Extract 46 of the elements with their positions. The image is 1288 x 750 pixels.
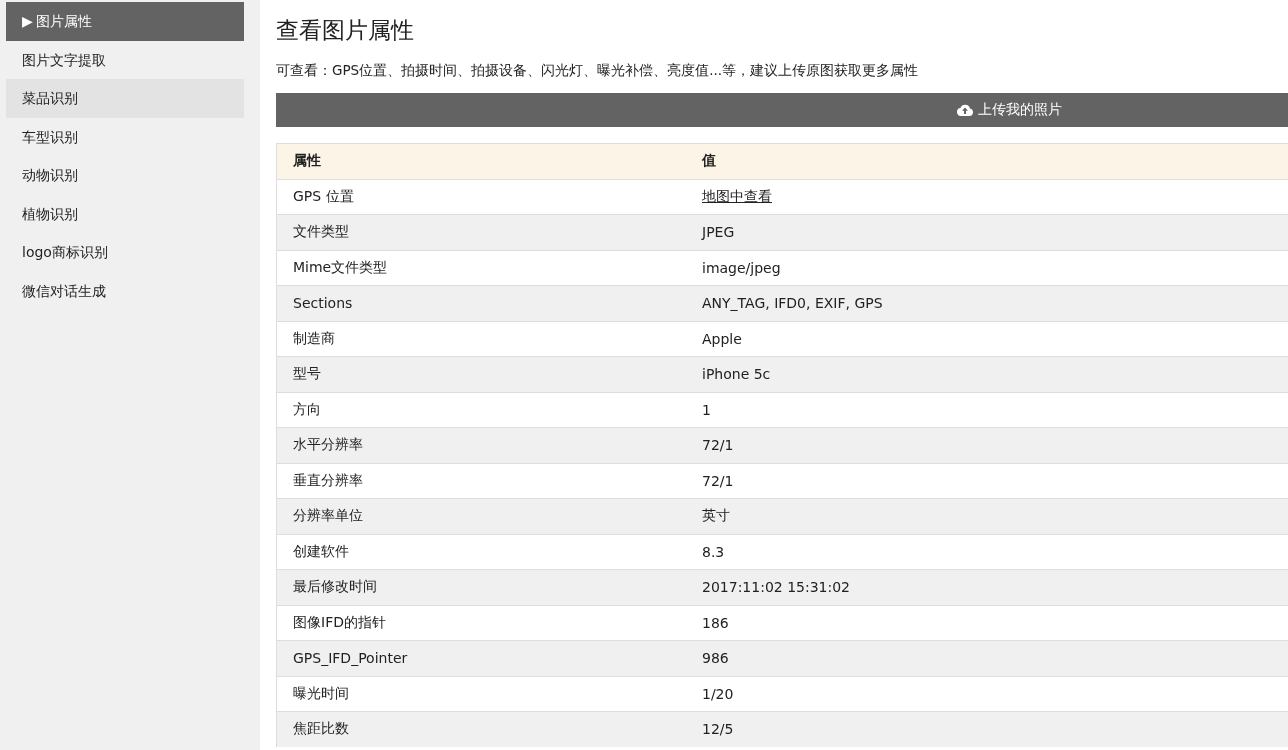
- property-name-cell: GPS 位置: [276, 179, 686, 215]
- property-value-cell: 986: [686, 640, 1288, 676]
- sidebar-item[interactable]: 车型识别: [6, 117, 244, 156]
- sidebar-item[interactable]: 微信对话生成: [6, 271, 244, 310]
- property-value-cell: 186: [686, 605, 1288, 641]
- property-name-cell: 型号: [276, 356, 686, 392]
- property-value-cell: image/jpeg: [686, 250, 1288, 286]
- property-value-cell: 1/20: [686, 676, 1288, 712]
- property-value-cell: 2017:11:02 15:31:02: [686, 569, 1288, 605]
- property-value-cell: Apple: [686, 321, 1288, 357]
- property-value-cell: 1: [686, 392, 1288, 428]
- sidebar-item[interactable]: ▶ 图片属性: [6, 2, 244, 41]
- sidebar-item[interactable]: 动物识别: [6, 156, 244, 195]
- property-value-cell: 12/5: [686, 711, 1288, 747]
- sidebar-item[interactable]: logo商标识别: [6, 233, 244, 272]
- property-name-cell: 最后修改时间: [276, 569, 686, 605]
- property-name-cell: 分辨率单位: [276, 498, 686, 534]
- property-name-cell: 焦距比数: [276, 711, 686, 747]
- property-value-cell: 72/1: [686, 427, 1288, 463]
- property-value-cell: ANY_TAG, IFD0, EXIF, GPS: [686, 285, 1288, 321]
- property-name-cell: 曝光时间: [276, 676, 686, 712]
- description-text: 可查看：GPS位置、拍摄时间、拍摄设备、闪光灯、曝光补偿、亮度值...等，建议上传原图获取更多属性: [276, 61, 920, 80]
- cloud-upload-icon: [956, 104, 973, 116]
- upload-button[interactable]: 上传我的照片: [276, 93, 1288, 127]
- sidebar-item[interactable]: 图片文字提取: [6, 40, 244, 79]
- sidebar-item[interactable]: 菜品识别: [6, 79, 244, 118]
- column-header: 属性: [276, 143, 686, 179]
- property-name-cell: Mime文件类型: [276, 250, 686, 286]
- property-value-cell: JPEG: [686, 214, 1288, 250]
- property-name-cell: 水平分辨率: [276, 427, 686, 463]
- property-value-cell: 英寸: [686, 498, 1288, 534]
- property-value-cell: 8.3: [686, 534, 1288, 570]
- property-name-cell: Sections: [276, 285, 686, 321]
- column-header: 值: [686, 143, 1288, 179]
- property-name-cell: 创建软件: [276, 534, 686, 570]
- property-value-cell: 72/1: [686, 463, 1288, 499]
- property-name-cell: 垂直分辨率: [276, 463, 686, 499]
- property-name-cell: 图像IFD的指针: [276, 605, 686, 641]
- property-name-cell: 文件类型: [276, 214, 686, 250]
- property-name-cell: GPS_IFD_Pointer: [276, 640, 686, 676]
- sidebar-item[interactable]: 植物识别: [6, 194, 244, 233]
- page-title: 查看图片属性: [276, 16, 415, 45]
- map-link[interactable]: 地图中查看: [702, 187, 772, 204]
- property-name-cell: 方向: [276, 392, 686, 428]
- property-name-cell: 制造商: [276, 321, 686, 357]
- property-value-cell: iPhone 5c: [686, 356, 1288, 392]
